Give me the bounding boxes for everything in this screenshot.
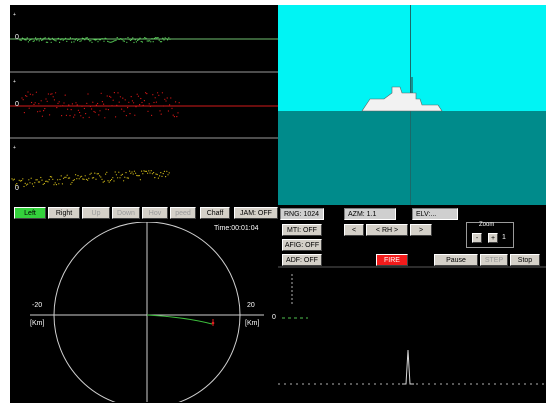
red-trace — [21, 91, 180, 119]
elevation-field: ELV:... — [412, 208, 458, 220]
zoom-plus-button[interactable]: + — [488, 233, 498, 243]
a-scope-panel: 0 — [272, 266, 546, 403]
waveform-plots: + + + — [10, 12, 278, 188]
scene-view — [278, 5, 546, 205]
pause-button[interactable]: Pause — [434, 254, 478, 266]
svg-text:+: + — [13, 12, 16, 18]
nav-rh-button[interactable]: < RH > — [366, 224, 408, 236]
channel-2-zero: 0 — [15, 101, 19, 108]
step-button[interactable]: STEP — [480, 254, 508, 266]
sea-surface — [278, 111, 546, 205]
svg-text:+: + — [13, 79, 16, 85]
nav-left-button[interactable]: < — [344, 224, 364, 236]
jam-button[interactable]: JAM: OFF — [234, 207, 278, 219]
speed-button[interactable]: peed — [170, 207, 196, 219]
afig-button[interactable]: AFIG: OFF — [282, 239, 322, 251]
svg-text:+: + — [13, 145, 16, 151]
stop-button[interactable]: Stop — [510, 254, 540, 266]
chaff-button[interactable]: Chaff — [200, 207, 230, 219]
zoom-minus-button[interactable]: - — [472, 233, 482, 243]
azimuth-field: AZM: 1.1 — [344, 208, 396, 220]
green-trace — [19, 36, 171, 44]
mti-button[interactable]: MTI: OFF — [282, 224, 322, 236]
waveform-panel: + + + 0 0 0 — [10, 5, 278, 205]
ship-silhouette — [361, 77, 443, 112]
nav-right-button[interactable]: > — [410, 224, 432, 236]
left-button[interactable]: Left — [14, 207, 46, 219]
channel-3-zero: 0 — [15, 185, 19, 192]
up-button[interactable]: Up — [82, 207, 110, 219]
left-unit-label: [Km] — [30, 320, 45, 327]
down-button[interactable]: Down — [112, 207, 140, 219]
ppi-scope — [30, 222, 264, 402]
right-button[interactable]: Right — [48, 207, 80, 219]
yellow-trace — [11, 170, 170, 188]
zoom-value: 1 — [502, 234, 506, 241]
a-scope-zero: 0 — [272, 314, 276, 321]
a-scope-plot — [278, 266, 546, 385]
adf-button[interactable]: ADF: OFF — [282, 254, 322, 266]
channel-1-zero: 0 — [15, 34, 19, 41]
fire-button[interactable]: FIRE — [376, 254, 408, 266]
right-range-label: 20 — [247, 302, 255, 309]
zoom-label: Zoom — [479, 222, 495, 228]
left-range-label: -20 — [32, 302, 43, 309]
hov-button[interactable]: Hov — [142, 207, 168, 219]
range-field: RNG: 1024 — [280, 208, 324, 220]
right-unit-label: [Km] — [245, 320, 260, 327]
